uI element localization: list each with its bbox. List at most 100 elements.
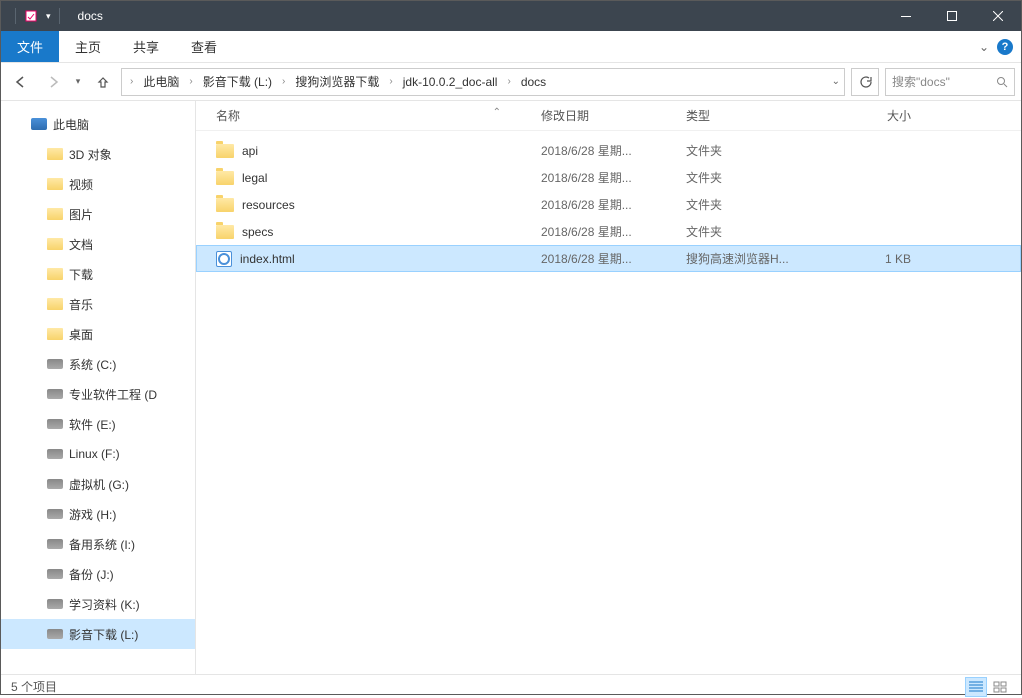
tree-item[interactable]: 学习资料 (K:) xyxy=(1,589,195,619)
nav-back-button[interactable] xyxy=(7,68,35,96)
crumb-sep-icon[interactable]: › xyxy=(505,76,512,87)
col-size[interactable]: 大小 xyxy=(841,107,931,124)
drive-icon xyxy=(47,626,63,642)
tree-item[interactable]: 软件 (E:) xyxy=(1,409,195,439)
cell-size: 1 KB xyxy=(841,252,931,266)
tree-label: 3D 对象 xyxy=(69,146,112,163)
search-input[interactable]: 搜索"docs" xyxy=(885,68,1015,96)
fldr-icon xyxy=(47,206,63,222)
tree-label: 学习资料 (K:) xyxy=(69,596,140,613)
crumb-2[interactable]: 搜狗浏览器下载 xyxy=(289,71,385,92)
tab-home[interactable]: 主页 xyxy=(59,31,117,62)
tree-item[interactable]: 虚拟机 (G:) xyxy=(1,469,195,499)
nav-recent-dropdown[interactable]: ▾ xyxy=(71,68,85,96)
tab-file[interactable]: 文件 xyxy=(1,31,59,62)
file-row[interactable]: index.html2018/6/28 星期...搜狗高速浏览器H...1 KB xyxy=(196,245,1021,272)
tree-item[interactable]: 影音下载 (L:) xyxy=(1,619,195,649)
cell-type: 文件夹 xyxy=(686,223,841,240)
file-pane: 名称⌃ 修改日期 类型 大小 api2018/6/28 星期...文件夹lega… xyxy=(196,101,1021,674)
file-row[interactable]: api2018/6/28 星期...文件夹 xyxy=(196,137,1021,164)
close-button[interactable] xyxy=(975,1,1021,31)
qat-properties-icon[interactable] xyxy=(24,9,38,23)
tree-item[interactable]: 桌面 xyxy=(1,319,195,349)
tree-item[interactable]: 视频 xyxy=(1,169,195,199)
cell-name: legal xyxy=(216,171,541,185)
folder-icon xyxy=(216,144,234,158)
help-icon[interactable]: ? xyxy=(997,39,1013,55)
drive-icon xyxy=(47,416,63,432)
crumb-sep-icon[interactable]: › xyxy=(128,76,135,87)
column-headers[interactable]: 名称⌃ 修改日期 类型 大小 xyxy=(196,101,1021,131)
drive-icon xyxy=(47,566,63,582)
tree-label: 专业软件工程 (D xyxy=(69,386,157,403)
tree-item[interactable]: 音乐 xyxy=(1,289,195,319)
tree-label: 音乐 xyxy=(69,296,93,313)
col-name[interactable]: 名称⌃ xyxy=(216,107,541,124)
fldr-icon xyxy=(47,266,63,282)
tree-item[interactable]: 备份 (J:) xyxy=(1,559,195,589)
cell-date: 2018/6/28 星期... xyxy=(541,250,686,267)
tree-label: 备份 (J:) xyxy=(69,566,114,583)
view-details-button[interactable] xyxy=(965,677,987,697)
nav-forward-button[interactable] xyxy=(39,68,67,96)
crumb-3[interactable]: jdk-10.0.2_doc-all xyxy=(397,73,504,91)
tree-item[interactable]: 下载 xyxy=(1,259,195,289)
folder-icon xyxy=(216,225,234,239)
tab-view[interactable]: 查看 xyxy=(175,31,233,62)
address-bar[interactable]: › 此电脑 › 影音下载 (L:) › 搜狗浏览器下载 › jdk-10.0.2… xyxy=(121,68,845,96)
col-date[interactable]: 修改日期 xyxy=(541,107,686,124)
col-type[interactable]: 类型 xyxy=(686,107,841,124)
tab-share[interactable]: 共享 xyxy=(117,31,175,62)
tree-item[interactable]: 文档 xyxy=(1,229,195,259)
tree-item[interactable]: 系统 (C:) xyxy=(1,349,195,379)
nav-tree[interactable]: 此电脑 3D 对象视频图片文档下载音乐桌面系统 (C:) 专业软件工程 (D 软件 (… xyxy=(1,101,196,674)
refresh-button[interactable] xyxy=(851,68,879,96)
drive-icon xyxy=(47,506,63,522)
crumb-sep-icon[interactable]: › xyxy=(387,76,394,87)
sort-indicator-icon: ⌃ xyxy=(493,107,501,124)
minimize-button[interactable] xyxy=(883,1,929,31)
fldr-icon xyxy=(47,296,63,312)
crumb-sep-icon[interactable]: › xyxy=(280,76,287,87)
crumb-sep-icon[interactable]: › xyxy=(187,76,194,87)
qat: ▾ xyxy=(1,8,70,24)
cell-type: 文件夹 xyxy=(686,169,841,186)
tree-label: 文档 xyxy=(69,236,93,253)
crumb-1[interactable]: 影音下载 (L:) xyxy=(197,71,278,92)
drive-icon xyxy=(47,356,63,372)
maximize-button[interactable] xyxy=(929,1,975,31)
tree-item[interactable]: 3D 对象 xyxy=(1,139,195,169)
tree-item[interactable]: 专业软件工程 (D xyxy=(1,379,195,409)
nav-up-button[interactable] xyxy=(89,68,117,96)
cell-name: resources xyxy=(216,198,541,212)
qat-dropdown-icon[interactable]: ▾ xyxy=(46,11,51,22)
file-row[interactable]: specs2018/6/28 星期...文件夹 xyxy=(196,218,1021,245)
file-list[interactable]: api2018/6/28 星期...文件夹legal2018/6/28 星期..… xyxy=(196,131,1021,674)
tree-label: 视频 xyxy=(69,176,93,193)
search-icon xyxy=(996,76,1008,88)
tree-item[interactable]: 此电脑 xyxy=(1,109,195,139)
view-large-button[interactable] xyxy=(989,677,1011,697)
tree-item[interactable]: Linux (F:) xyxy=(1,439,195,469)
cell-type: 搜狗高速浏览器H... xyxy=(686,250,841,267)
tree-item[interactable]: 游戏 (H:) xyxy=(1,499,195,529)
tree-label: 下载 xyxy=(69,266,93,283)
tree-label: Linux (F:) xyxy=(69,447,120,461)
cell-type: 文件夹 xyxy=(686,196,841,213)
crumb-4[interactable]: docs xyxy=(515,73,552,91)
fldr-icon xyxy=(47,236,63,252)
ribbon-expand-icon[interactable]: ⌄ xyxy=(979,40,989,54)
fldr-icon xyxy=(47,176,63,192)
file-row[interactable]: resources2018/6/28 星期...文件夹 xyxy=(196,191,1021,218)
tree-label: 桌面 xyxy=(69,326,93,343)
tree-item[interactable]: 备用系统 (I:) xyxy=(1,529,195,559)
tree-label: 虚拟机 (G:) xyxy=(69,476,129,493)
address-dropdown-icon[interactable]: ⌄ xyxy=(832,76,840,87)
fldr-icon xyxy=(47,326,63,342)
tree-item[interactable]: 图片 xyxy=(1,199,195,229)
file-row[interactable]: legal2018/6/28 星期...文件夹 xyxy=(196,164,1021,191)
monitor-icon xyxy=(31,116,47,132)
crumb-0[interactable]: 此电脑 xyxy=(137,71,185,92)
folder-icon xyxy=(216,198,234,212)
tree-label: 系统 (C:) xyxy=(69,356,116,373)
